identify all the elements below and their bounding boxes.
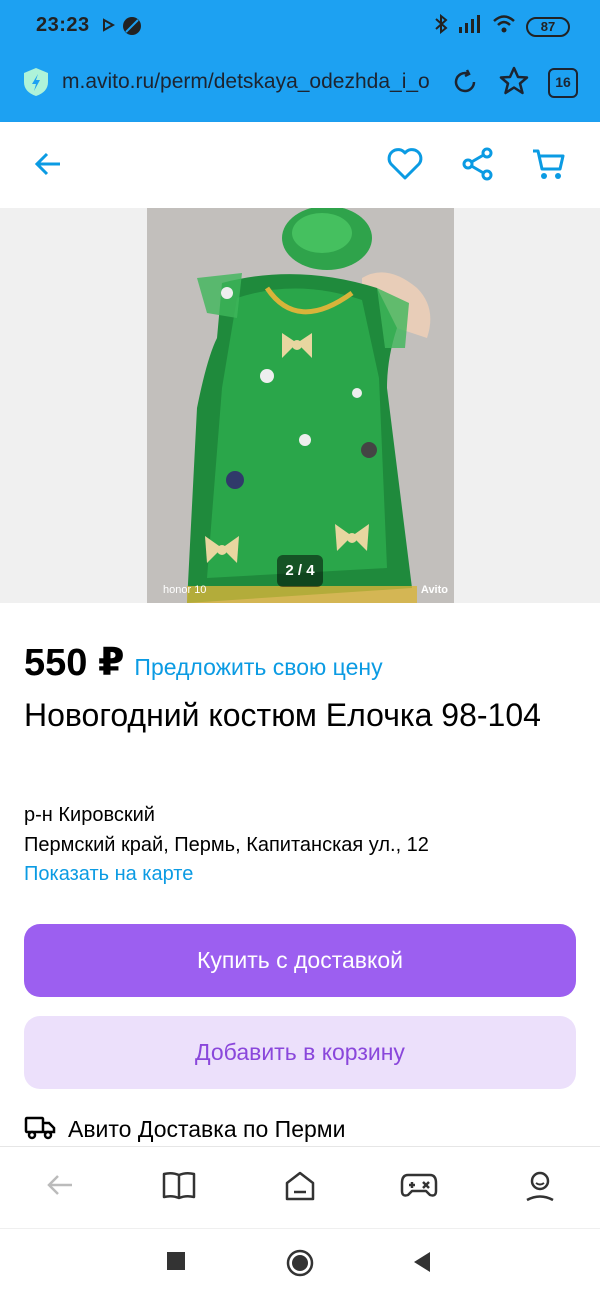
price: 550 ₽ <box>24 642 125 684</box>
reload-icon[interactable] <box>450 67 480 102</box>
add-to-cart-button[interactable]: Добавить в корзину <box>24 1016 576 1089</box>
gamepad-icon[interactable] <box>400 1169 438 1206</box>
share-icon[interactable] <box>460 146 496 187</box>
wifi-icon <box>492 15 516 38</box>
browser-toolbar <box>0 1146 600 1228</box>
delivery-text: Авито Доставка по Перми <box>68 1116 346 1142</box>
status-time: 23:23 <box>36 14 90 36</box>
profile-icon[interactable] <box>524 1169 556 1208</box>
app-header <box>0 122 600 208</box>
listing-title: Новогодний костюм Елочка 98-104 <box>24 697 541 733</box>
back-arrow-icon[interactable] <box>32 148 64 185</box>
recents-square-icon[interactable] <box>166 1251 186 1276</box>
battery-indicator: 87 <box>526 16 570 37</box>
photo-counter: 2 / 4 <box>277 555 323 587</box>
vpn-icon <box>122 16 142 41</box>
system-nav-bar <box>0 1228 600 1299</box>
bluetooth-icon <box>434 13 448 39</box>
home-circle-icon[interactable] <box>286 1249 314 1282</box>
truck-icon <box>24 1114 56 1145</box>
heart-icon[interactable] <box>386 146 424 187</box>
avito-watermark: Avito <box>420 584 448 596</box>
url-text[interactable]: m.avito.ru/perm/detskaya_odezhda_i_o <box>62 70 432 94</box>
address: Пермский край, Пермь, Капитанская ул., 1… <box>24 834 429 856</box>
home-icon[interactable] <box>283 1169 317 1208</box>
listing-photo[interactable]: honor 10 Avito <box>147 208 454 603</box>
tab-count-button[interactable]: 16 <box>548 68 578 98</box>
photo-gallery[interactable]: honor 10 Avito 2 / 4 <box>0 208 600 603</box>
bookmark-star-icon[interactable] <box>498 65 530 102</box>
district: р-н Кировский <box>24 804 155 826</box>
offer-price-link[interactable]: Предложить свою цену <box>134 654 382 681</box>
price-row: 550 ₽ Предложить свою цену <box>24 640 383 685</box>
book-icon[interactable] <box>162 1169 196 1206</box>
browser-chrome: 23:23 87 m.avito.ru/perm/detskaya_odezhd… <box>0 0 600 122</box>
play-icon <box>101 18 116 37</box>
shield-icon[interactable] <box>22 66 50 103</box>
show-on-map-link[interactable]: Показать на карте <box>24 863 193 886</box>
camera-watermark: honor 10 <box>163 584 207 596</box>
status-bar: 23:23 87 <box>0 0 600 52</box>
signal-icon <box>458 15 482 38</box>
back-triangle-icon[interactable] <box>412 1251 432 1278</box>
cart-icon[interactable] <box>530 146 568 187</box>
back-arrow-icon[interactable] <box>44 1169 76 1206</box>
buy-with-delivery-button[interactable]: Купить с доставкой <box>24 924 576 997</box>
delivery-info: Авито Доставка по Перми <box>24 1114 345 1145</box>
url-bar[interactable]: m.avito.ru/perm/detskaya_odezhda_i_o 16 <box>0 58 600 108</box>
